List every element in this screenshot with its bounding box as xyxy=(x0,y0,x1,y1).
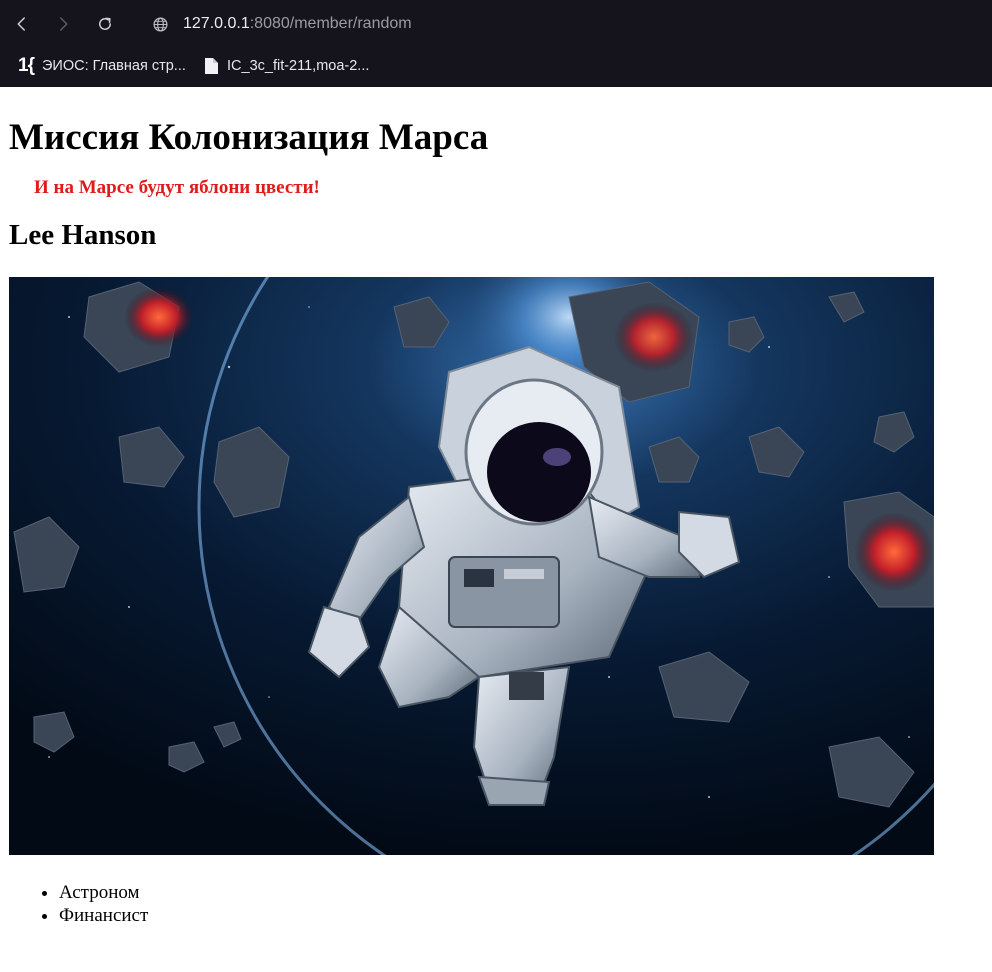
arrow-right-icon xyxy=(60,17,68,31)
bookmark-label: IC_3c_fit-211,moa-2... xyxy=(227,58,370,74)
reload-button[interactable] xyxy=(91,10,119,38)
globe-icon xyxy=(153,16,168,32)
1c-logo-icon: 1{ xyxy=(18,55,35,76)
page-content: Миссия Колонизация Марса И на Марсе буду… xyxy=(0,114,992,927)
profession-item: Финансист xyxy=(59,904,983,927)
member-name: Lee Hanson xyxy=(9,219,157,251)
bookmark-ic[interactable]: IC_3c_fit-211,moa-2... xyxy=(204,53,369,79)
address-bar[interactable]: 127.0.0.1:8080/member/random xyxy=(152,11,412,37)
url-host: 127.0.0.1 xyxy=(183,15,250,32)
reload-icon xyxy=(99,17,111,30)
forward-button[interactable] xyxy=(49,10,77,38)
professions-list: Астроном Финансист xyxy=(9,881,983,927)
back-button[interactable] xyxy=(8,10,36,38)
bookmark-eios[interactable]: 1{ ЭИОС: Главная стр... xyxy=(18,53,186,79)
navigation-bar: 127.0.0.1:8080/member/random xyxy=(0,0,992,48)
bookmarks-bar: 1{ ЭИОС: Главная стр... IC_3c_fit-211,mo… xyxy=(0,48,992,87)
url-path: :8080/member/random xyxy=(249,15,412,32)
document-icon xyxy=(205,58,218,74)
browser-chrome: 127.0.0.1:8080/member/random 1{ ЭИОС: Гл… xyxy=(0,0,992,87)
bookmark-label: ЭИОС: Главная стр... xyxy=(41,58,186,74)
page-title: Миссия Колонизация Марса xyxy=(9,117,489,158)
arrow-left-icon xyxy=(17,17,25,31)
member-photo xyxy=(9,277,934,855)
profession-item: Астроном xyxy=(59,881,983,904)
mission-motto: И на Марсе будут яблони цвести! xyxy=(34,177,320,198)
url-text: 127.0.0.1:8080/member/random xyxy=(183,15,412,33)
